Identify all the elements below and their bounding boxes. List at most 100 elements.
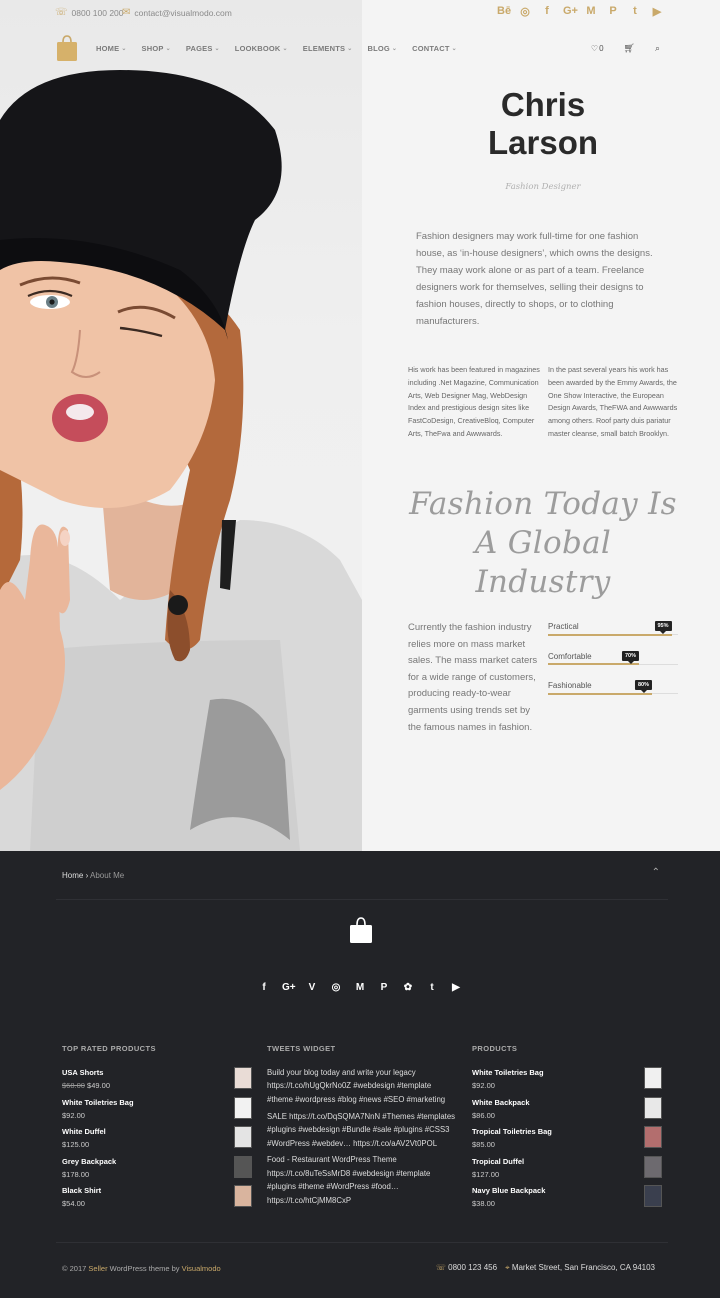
nav-blog[interactable]: BLOG ⌄ bbox=[367, 44, 397, 53]
list-item[interactable]: White Toiletries Bag $92.00 bbox=[62, 1096, 252, 1127]
skill-fill bbox=[548, 633, 672, 636]
nav-shop[interactable]: SHOP ⌄ bbox=[142, 44, 171, 53]
list-item[interactable]: Tropical Toiletries Bag $85.00 bbox=[472, 1126, 662, 1156]
nav-home[interactable]: HOME ⌄ bbox=[96, 44, 127, 53]
breadcrumb: Home › About Me bbox=[62, 871, 125, 880]
profile-role: Fashion Designer bbox=[505, 182, 581, 192]
product-thumbnail[interactable] bbox=[234, 1096, 252, 1119]
divider bbox=[56, 899, 668, 900]
top-bar: ☏ 0800 100 200 ✉ contact@visualmodo.com … bbox=[0, 0, 720, 26]
tweet[interactable]: SALE https://t.co/DqSQMA7NnN #Themes #te… bbox=[267, 1110, 457, 1150]
model-photo bbox=[0, 0, 362, 851]
breadcrumb-home[interactable]: Home bbox=[62, 871, 83, 880]
nav-pages[interactable]: PAGES ⌄ bbox=[186, 44, 220, 53]
topbar-email[interactable]: ✉ contact@visualmodo.com bbox=[122, 7, 232, 18]
list-item[interactable]: Black Shirt $54.00 bbox=[62, 1185, 252, 1215]
behance-icon[interactable]: Bē bbox=[497, 5, 511, 18]
list-item[interactable]: Tropical Duffel $127.00 bbox=[472, 1155, 662, 1186]
logo-bag-icon[interactable] bbox=[56, 34, 78, 62]
skill-track bbox=[548, 663, 678, 665]
product-thumbnail[interactable] bbox=[644, 1126, 662, 1149]
youtube-icon[interactable]: ▶ bbox=[651, 5, 663, 18]
skill-percent-badge: 70% bbox=[621, 650, 639, 664]
product-thumbnail[interactable] bbox=[644, 1096, 662, 1119]
product-thumbnail[interactable] bbox=[644, 1155, 662, 1178]
menu: HOME ⌄ SHOP ⌄ PAGES ⌄ LOOKBOOK ⌄ ELEMENTS ⌄ B… bbox=[96, 44, 457, 53]
nav-actions: ♡ 0 🛒︎ ⌕ bbox=[591, 43, 660, 54]
list-item[interactable]: White Duffel $125.00 bbox=[62, 1126, 252, 1156]
products-title: PRODUCTS bbox=[472, 1044, 518, 1053]
list-item[interactable]: USA Shorts $68.00 $49.00 bbox=[62, 1067, 252, 1097]
skill-fill bbox=[548, 692, 652, 695]
list-item[interactable]: Navy Blue Backpack $38.00 bbox=[472, 1185, 662, 1215]
skill-comfortable: Comfortable 70% bbox=[548, 650, 678, 682]
dribbble-icon[interactable]: ◎ bbox=[519, 5, 531, 18]
search-icon[interactable]: ⌕ bbox=[655, 43, 660, 54]
featured-text: His work has been featured in magazines … bbox=[408, 365, 540, 438]
nav-contact[interactable]: CONTACT ⌄ bbox=[412, 44, 457, 53]
paypal-icon[interactable]: P bbox=[378, 982, 390, 993]
youtube-icon[interactable]: ▶ bbox=[450, 982, 462, 993]
paypal-icon[interactable]: P bbox=[607, 5, 619, 18]
tweet[interactable]: Build your blog today and write your leg… bbox=[267, 1066, 457, 1106]
main-nav: HOME ⌄ SHOP ⌄ PAGES ⌄ LOOKBOOK ⌄ ELEMENTS ⌄ B… bbox=[0, 34, 720, 64]
author-link[interactable]: Visualmodo bbox=[182, 1264, 221, 1273]
list-item[interactable]: White Backpack $86.00 bbox=[472, 1096, 662, 1127]
medium-icon[interactable]: M bbox=[585, 5, 597, 18]
google-plus-icon[interactable]: G+ bbox=[282, 982, 296, 993]
hero-section: ☏ 0800 100 200 ✉ contact@visualmodo.com … bbox=[0, 0, 720, 851]
pinterest-icon[interactable]: ✿ bbox=[402, 982, 414, 993]
skill-fill bbox=[548, 663, 639, 665]
twitter-icon[interactable]: t bbox=[426, 982, 438, 993]
product-thumbnail[interactable] bbox=[644, 1185, 662, 1208]
nav-lookbook[interactable]: LOOKBOOK ⌄ bbox=[235, 44, 288, 53]
skill-track bbox=[548, 692, 678, 695]
phone-icon: ☏ bbox=[435, 1263, 446, 1272]
skill-track bbox=[548, 633, 678, 636]
footer-contact: ☏ 0800 123 456 ⌖ Market Street, San Fran… bbox=[435, 1263, 655, 1272]
heart-icon: ♡ bbox=[590, 44, 599, 53]
list-item[interactable]: White Toiletries Bag $92.00 bbox=[472, 1067, 662, 1097]
skill-percent-badge: 80% bbox=[634, 680, 652, 693]
footer-logo-bag-icon[interactable] bbox=[349, 916, 373, 944]
nav-elements[interactable]: ELEMENTS ⌄ bbox=[303, 44, 353, 53]
map-pin-icon: ⌖ bbox=[505, 1263, 510, 1272]
top-rated-list: USA Shorts $68.00 $49.00 White Toiletrie… bbox=[62, 1067, 252, 1215]
chevron-down-icon: ⌄ bbox=[214, 46, 220, 52]
vine-icon[interactable]: V bbox=[306, 982, 318, 993]
breadcrumb-current: About Me bbox=[90, 871, 125, 880]
tweets-title: TWEETS WIDGET bbox=[267, 1044, 336, 1053]
product-thumbnail[interactable] bbox=[234, 1185, 252, 1208]
tweet[interactable]: Food - Restaurant WordPress Theme https:… bbox=[267, 1153, 457, 1207]
skill-fashionable: Fashionable 80% bbox=[548, 680, 678, 711]
google-plus-icon[interactable]: G+ bbox=[563, 5, 578, 18]
medium-icon[interactable]: M bbox=[354, 982, 366, 993]
skill-percent-badge: 95% bbox=[654, 621, 672, 634]
instagram-icon[interactable]: ◎ bbox=[330, 982, 342, 993]
footer: Home › About Me ⌃ f G+ V ◎ M P ✿ t ▶ TOP… bbox=[0, 851, 720, 1298]
brand-link[interactable]: Seller bbox=[88, 1264, 107, 1273]
cart-icon[interactable]: 🛒︎ bbox=[624, 43, 635, 54]
awards-text: In the past several years his work has b… bbox=[548, 365, 678, 438]
footer-social: f G+ V ◎ M P ✿ t ▶ bbox=[0, 982, 720, 993]
chevron-down-icon: ⌄ bbox=[347, 46, 353, 52]
chevron-up-icon[interactable]: ⌃ bbox=[652, 867, 660, 878]
facebook-icon[interactable]: f bbox=[541, 5, 553, 18]
twitter-icon[interactable]: t bbox=[629, 5, 641, 18]
product-thumbnail[interactable] bbox=[234, 1067, 252, 1089]
product-thumbnail[interactable] bbox=[644, 1067, 662, 1089]
industry-paragraph: Currently the fashion industry relies mo… bbox=[408, 622, 538, 733]
product-thumbnail[interactable] bbox=[234, 1155, 252, 1178]
phone-icon: ☏ bbox=[55, 7, 68, 18]
skill-bars: Practical 95% Comfortable 70% Fashionabl… bbox=[548, 621, 678, 711]
product-thumbnail[interactable] bbox=[234, 1126, 252, 1149]
chevron-down-icon: ⌄ bbox=[165, 46, 171, 52]
mail-icon: ✉ bbox=[122, 7, 131, 18]
profile-name: Chris Larson bbox=[487, 86, 599, 161]
wishlist-button[interactable]: ♡ 0 bbox=[591, 43, 604, 54]
chevron-down-icon: ⌄ bbox=[282, 46, 288, 52]
chevron-down-icon: ⌄ bbox=[451, 46, 457, 52]
list-item[interactable]: Grey Backpack $178.00 bbox=[62, 1155, 252, 1186]
topbar-phone[interactable]: ☏ 0800 100 200 bbox=[55, 7, 124, 18]
facebook-icon[interactable]: f bbox=[258, 982, 270, 993]
